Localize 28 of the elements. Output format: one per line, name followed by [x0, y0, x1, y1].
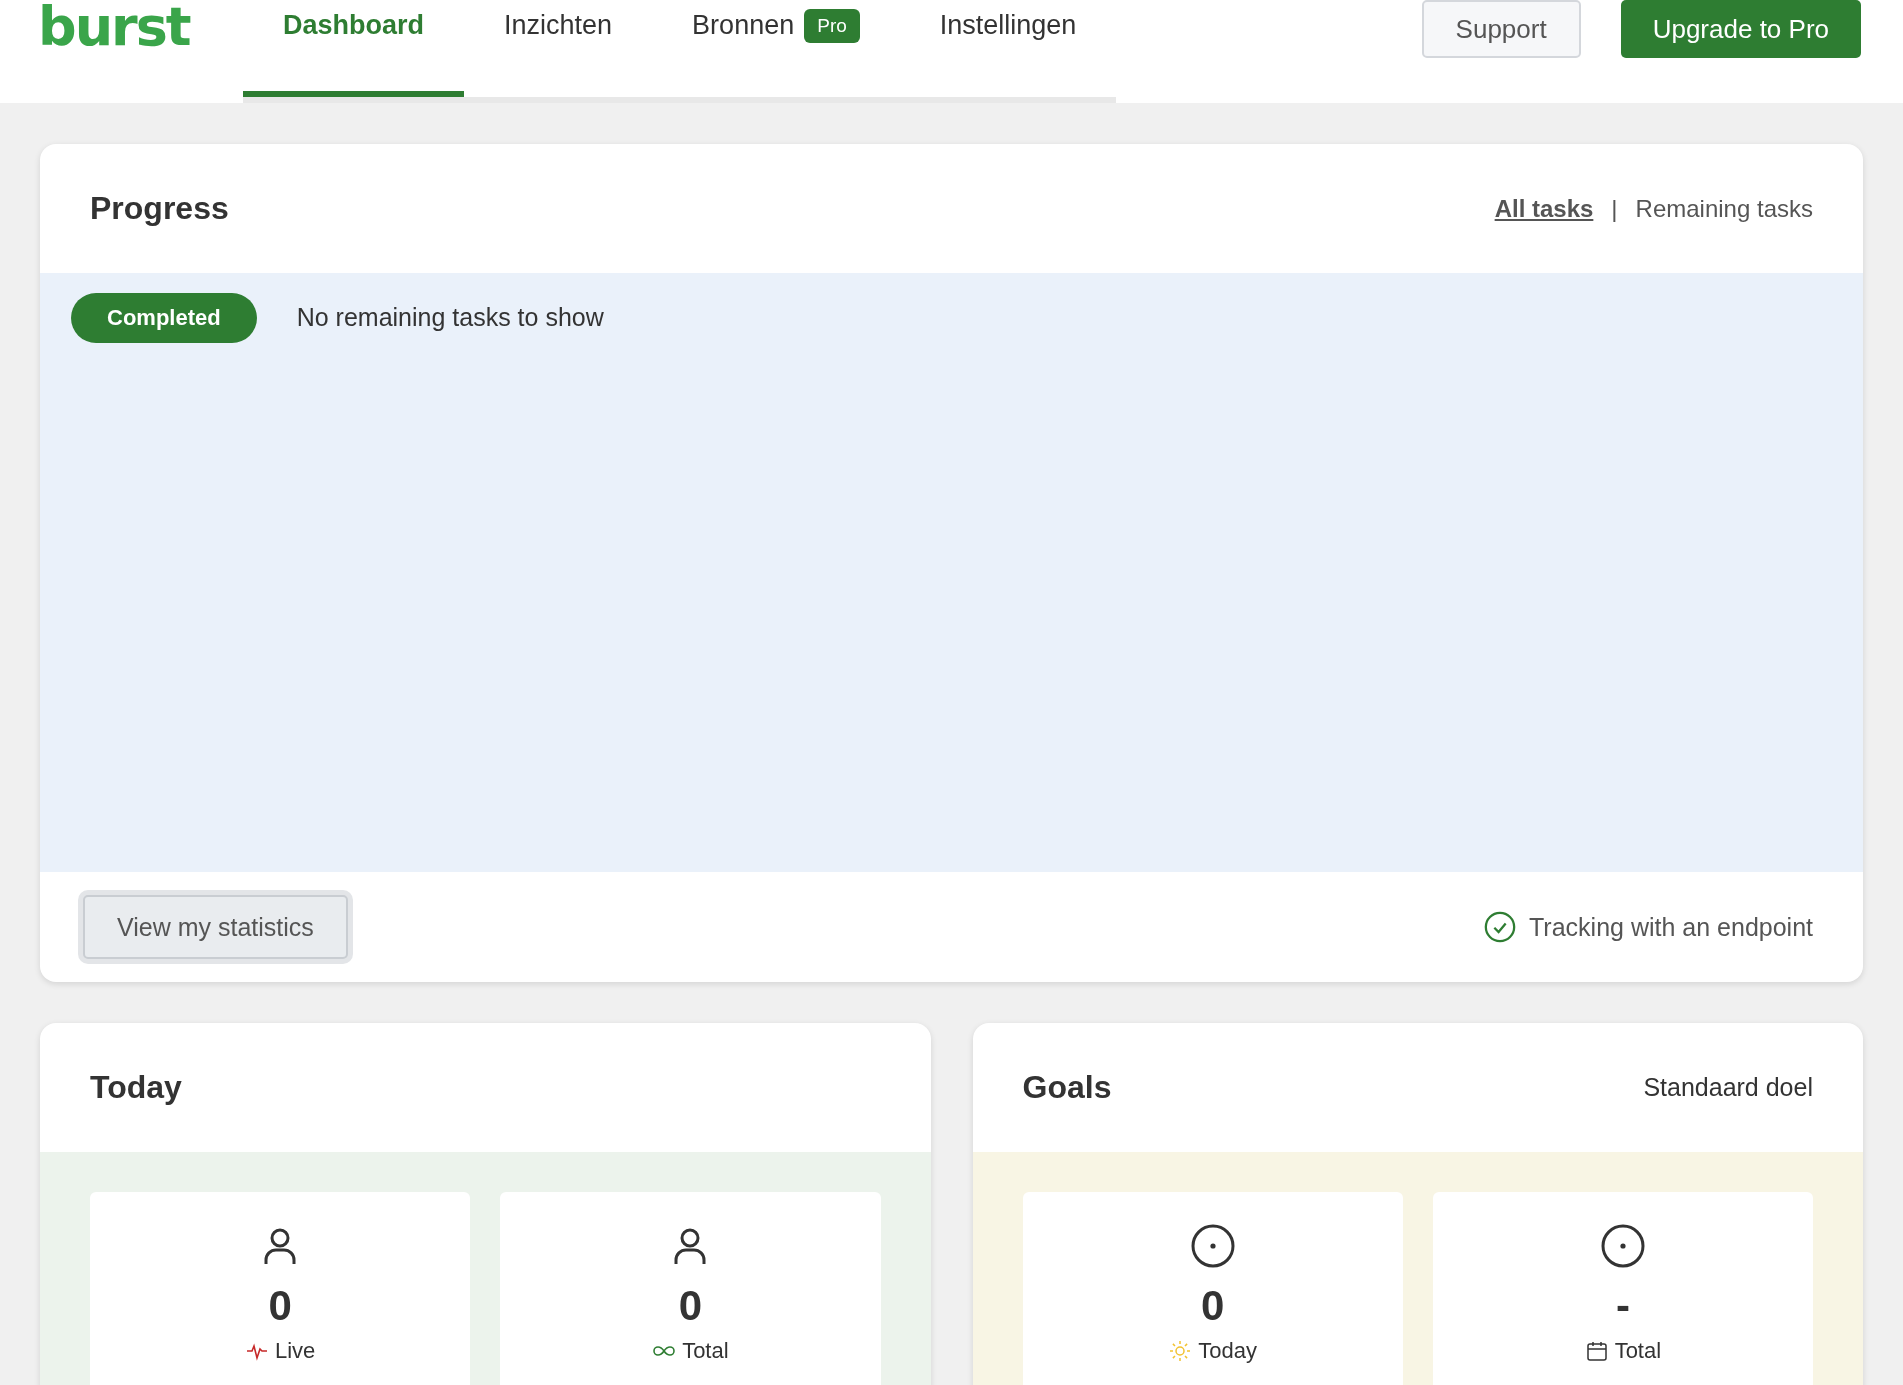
stat-label: Total — [682, 1338, 729, 1364]
calendar-icon — [1584, 1339, 1609, 1363]
nav-tab[interactable]: Dashboard — [243, 0, 465, 97]
filter-link[interactable]: Remaining tasks — [1635, 194, 1813, 223]
nav-tab[interactable]: Instellingen — [899, 0, 1117, 97]
stat-label: Total — [1614, 1338, 1662, 1364]
card-title: Progress — [90, 190, 229, 227]
nav-tab[interactable]: Bronnen Pro — [652, 0, 900, 97]
stat-value: 0 — [1200, 1282, 1225, 1330]
tracking-status: Tracking with an endpoint — [1529, 912, 1813, 942]
check-circle-icon — [1483, 910, 1518, 944]
pro-badge: Pro — [804, 9, 860, 43]
stat-label: Live — [274, 1338, 316, 1364]
sun-icon — [1168, 1339, 1193, 1363]
status-badge: Completed — [71, 293, 257, 343]
empty-message: No remaining tasks to show — [296, 302, 604, 332]
goal-link[interactable]: Standaard doel — [1643, 1073, 1813, 1102]
separator: | — [1611, 194, 1618, 223]
card-title: Today — [90, 1069, 182, 1106]
support-button[interactable]: Support — [1421, 0, 1581, 58]
nav-tab[interactable]: Inzichten — [464, 0, 653, 97]
upgrade-button[interactable]: Upgrade to Pro — [1620, 0, 1861, 58]
stat-value: 0 — [678, 1282, 703, 1330]
stat-label: Today — [1198, 1338, 1257, 1364]
stat-value: 0 — [268, 1282, 292, 1330]
stat-value: - — [1615, 1282, 1630, 1330]
filter-link[interactable]: All tasks — [1494, 194, 1594, 223]
card-title: Goals — [1022, 1069, 1112, 1106]
